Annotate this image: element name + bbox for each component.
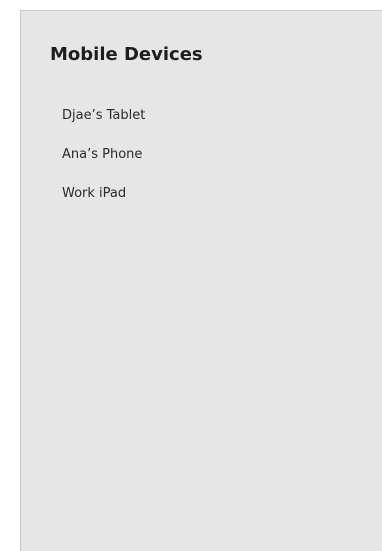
mobile-devices-panel: Mobile Devices Djae’s Tablet Ana’s Phone… <box>20 10 382 551</box>
device-list: Djae’s Tablet Ana’s Phone Work iPad <box>41 99 361 211</box>
device-item-anas-phone[interactable]: Ana’s Phone <box>41 138 361 172</box>
device-item-work-ipad[interactable]: Work iPad <box>41 177 361 211</box>
device-item-djaes-tablet[interactable]: Djae’s Tablet <box>41 99 361 133</box>
panel-title: Mobile Devices <box>50 44 203 65</box>
